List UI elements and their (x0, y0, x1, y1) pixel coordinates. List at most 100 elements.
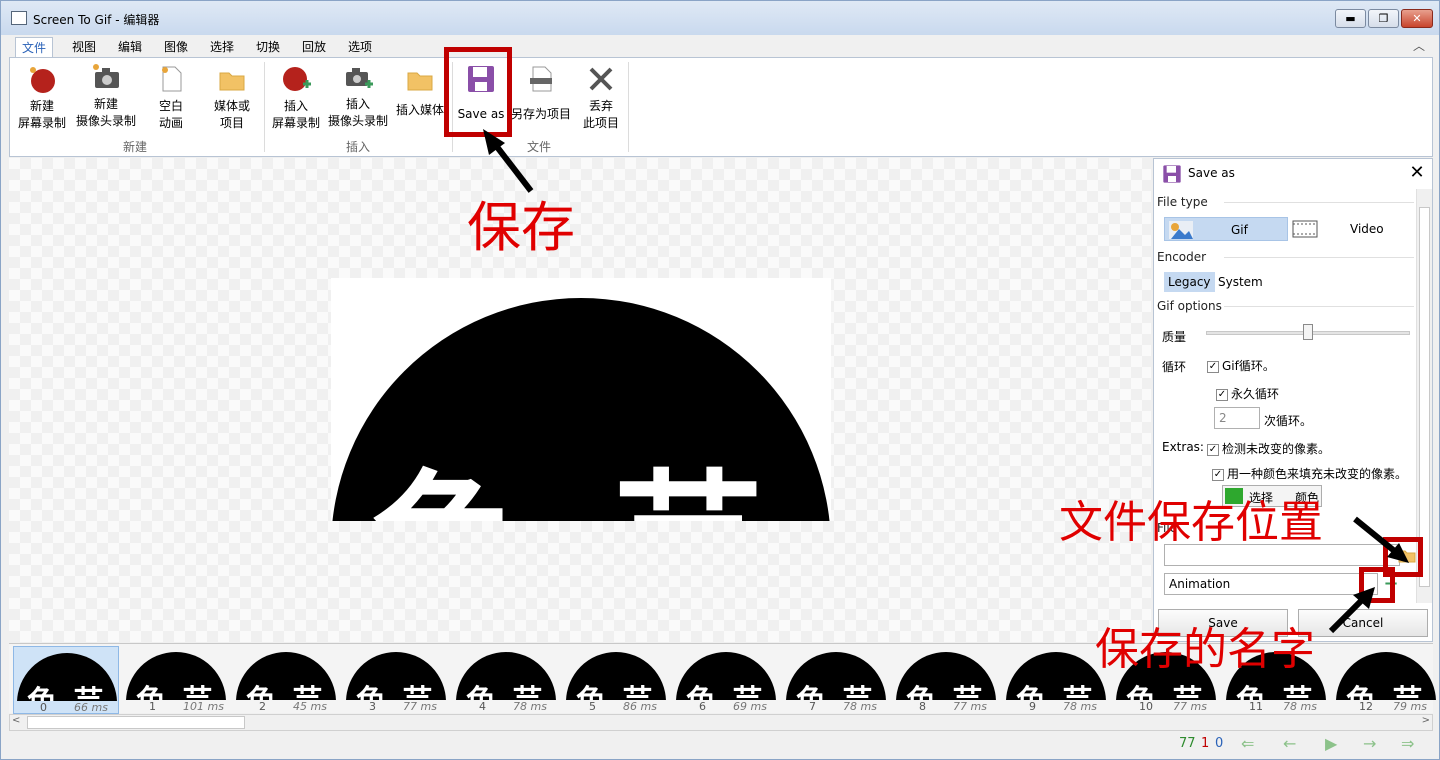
frame-circle: 色 芸 (236, 652, 336, 700)
frame-thumbnail[interactable]: 色 芸6 69 ms (673, 646, 779, 714)
tab-edit[interactable]: 编辑 (112, 37, 148, 58)
media-or-project-button[interactable]: 媒体或 项目 (204, 64, 260, 132)
discard-project-button[interactable]: 丢弃 此项目 (576, 64, 626, 132)
loop-label: 循环 (1162, 360, 1187, 374)
frame-glyphs: 色 芸 (796, 676, 875, 700)
frame-image: 色 芸 (346, 652, 446, 700)
gif-label: Gif (1231, 223, 1248, 237)
frame-thumbnail[interactable]: 色 芸1 101 ms (123, 646, 229, 714)
tab-playback[interactable]: 回放 (296, 37, 332, 58)
checkbox-checked[interactable]: ✓ (1212, 468, 1224, 481)
new-screen-recording-button[interactable]: 新建 屏幕录制 (14, 64, 70, 132)
first-frame-icon[interactable]: ⇐ (1241, 734, 1254, 753)
tab-image[interactable]: 图像 (158, 37, 194, 58)
image-icon (1169, 221, 1193, 239)
frame-delay: 86 ms (623, 700, 657, 713)
ribbon: 新建 屏幕录制 新建 摄像头录制 空白 动画 媒体或 项目 新建 插入 屏幕录制… (9, 57, 1433, 157)
group-label-insert: 插入 (346, 140, 371, 154)
checkbox-checked[interactable]: ✓ (1207, 360, 1219, 373)
frame-number: 9 (1029, 700, 1036, 713)
collapse-ribbon-icon[interactable]: ︿ (1413, 37, 1425, 54)
annotation-arrow-icon (1328, 587, 1375, 634)
gif-loop-option[interactable]: ✓ Gif循环。 (1207, 357, 1275, 374)
play-icon[interactable]: ▶ (1325, 734, 1337, 753)
insert-media-button[interactable]: 插入媒体 (394, 64, 446, 119)
video-type-button[interactable]: Video (1290, 217, 1414, 241)
maximize-button[interactable]: ❐ (1368, 9, 1399, 28)
frame-thumbnail[interactable]: 色 芸5 86 ms (563, 646, 669, 714)
encoder-system[interactable]: System (1214, 272, 1267, 292)
media-label-2: 项目 (219, 116, 244, 130)
frame-thumbnail[interactable]: 色 芸2 45 ms (233, 646, 339, 714)
frame-glyphs: 色 芸 (686, 676, 765, 700)
frame-thumbnail[interactable]: 色 芸7 78 ms (783, 646, 889, 714)
record-icon (30, 67, 55, 93)
new-webcam-recording-button[interactable]: 新建 摄像头录制 (72, 62, 140, 130)
last-frame-icon[interactable]: ⇒ (1401, 734, 1414, 753)
quality-slider[interactable] (1206, 324, 1410, 340)
tab-view[interactable]: 视图 (66, 37, 102, 58)
scrollbar-thumb[interactable] (1419, 207, 1430, 587)
frame-thumbnail[interactable]: 色 芸8 77 ms (893, 646, 999, 714)
frame-image: 色 芸 (126, 652, 226, 700)
insert-webcam-label-2: 摄像头录制 (327, 114, 388, 128)
frame-canvas[interactable]: 色 芸 (9, 158, 1151, 642)
blank-animation-button[interactable]: 空白 动画 (146, 64, 196, 132)
frame-delay: 78 ms (1283, 700, 1317, 713)
close-button[interactable]: ✕ (1401, 9, 1433, 28)
scrollbar-thumb[interactable] (27, 716, 245, 729)
frame-delay: 78 ms (513, 700, 547, 713)
frame-thumbnail[interactable]: 色 芸0 66 ms (13, 646, 119, 714)
minimize-button[interactable]: ▬ (1335, 9, 1366, 28)
frame-glyphs: 色 芸 (1016, 676, 1095, 700)
forever-loop-option[interactable]: ✓ 永久循环 (1216, 385, 1279, 402)
quality-slider-thumb[interactable] (1303, 324, 1313, 340)
encoder-legacy[interactable]: Legacy (1164, 272, 1215, 292)
save-floppy-icon (1163, 165, 1181, 183)
frame-number: 11 (1249, 700, 1263, 713)
frame-thumbnail[interactable]: 色 芸9 78 ms (1003, 646, 1109, 714)
loop-count-input[interactable]: 2 (1214, 407, 1260, 429)
checkbox-checked[interactable]: ✓ (1207, 443, 1219, 456)
scroll-left-icon[interactable]: < (12, 715, 20, 726)
project-file-icon (530, 66, 552, 92)
close-panel-icon[interactable]: ✕ (1406, 163, 1428, 185)
frame-number: 4 (479, 700, 486, 713)
checkbox-checked[interactable]: ✓ (1216, 388, 1228, 401)
insert-screen-recording-button[interactable]: 插入 屏幕录制 (268, 64, 324, 132)
file-type-heading: File type (1157, 195, 1208, 209)
save-as-project-button[interactable]: 另存为项目 (508, 64, 574, 123)
frame-delay: 77 ms (953, 700, 987, 713)
frame-image: 色 芸 (566, 652, 666, 700)
new-screen-label-2: 屏幕录制 (17, 116, 66, 130)
blank-label-1: 空白 (158, 99, 183, 113)
gif-type-button[interactable]: Gif (1164, 217, 1288, 241)
frame-glyphs: 色 芸 (466, 676, 545, 700)
frame-thumbnail[interactable]: 色 芸12 79 ms (1333, 646, 1439, 714)
previous-frame-icon[interactable]: ← (1283, 734, 1296, 753)
tab-select[interactable]: 选择 (204, 37, 240, 58)
group-separator (628, 62, 629, 152)
fill-text: 用一种颜色来填充未改变的像素。 (1227, 467, 1408, 481)
frame-list-scrollbar[interactable]: < > (9, 714, 1433, 731)
divider (1224, 306, 1414, 307)
scroll-right-icon[interactable]: > (1422, 715, 1430, 726)
detect-unchanged-option[interactable]: ✓ 检测未改变的像素。 (1207, 440, 1330, 457)
insert-screen-label-2: 屏幕录制 (271, 116, 320, 130)
frame-thumbnail[interactable]: 色 芸4 78 ms (453, 646, 559, 714)
new-webcam-label-2: 摄像头录制 (75, 114, 136, 128)
divider (1224, 202, 1414, 203)
next-frame-icon[interactable]: → (1363, 734, 1376, 753)
tab-options[interactable]: 选项 (342, 37, 378, 58)
divider (1224, 257, 1414, 258)
insert-webcam-recording-button[interactable]: 插入 摄像头录制 (326, 62, 390, 130)
tab-transition[interactable]: 切换 (250, 37, 286, 58)
fill-unchanged-option[interactable]: ✓ 用一种颜色来填充未改变的像素。 (1212, 465, 1407, 482)
tab-file[interactable]: 文件 (15, 37, 54, 59)
frame-circle: 色 芸 (17, 653, 117, 701)
frame-thumbnail[interactable]: 色 芸3 77 ms (343, 646, 449, 714)
frame-number: 10 (1139, 700, 1153, 713)
frame-glyphs: 色 芸 (906, 676, 985, 700)
insert-folder-icon (407, 72, 433, 91)
discard-label-2: 此项目 (582, 116, 619, 130)
